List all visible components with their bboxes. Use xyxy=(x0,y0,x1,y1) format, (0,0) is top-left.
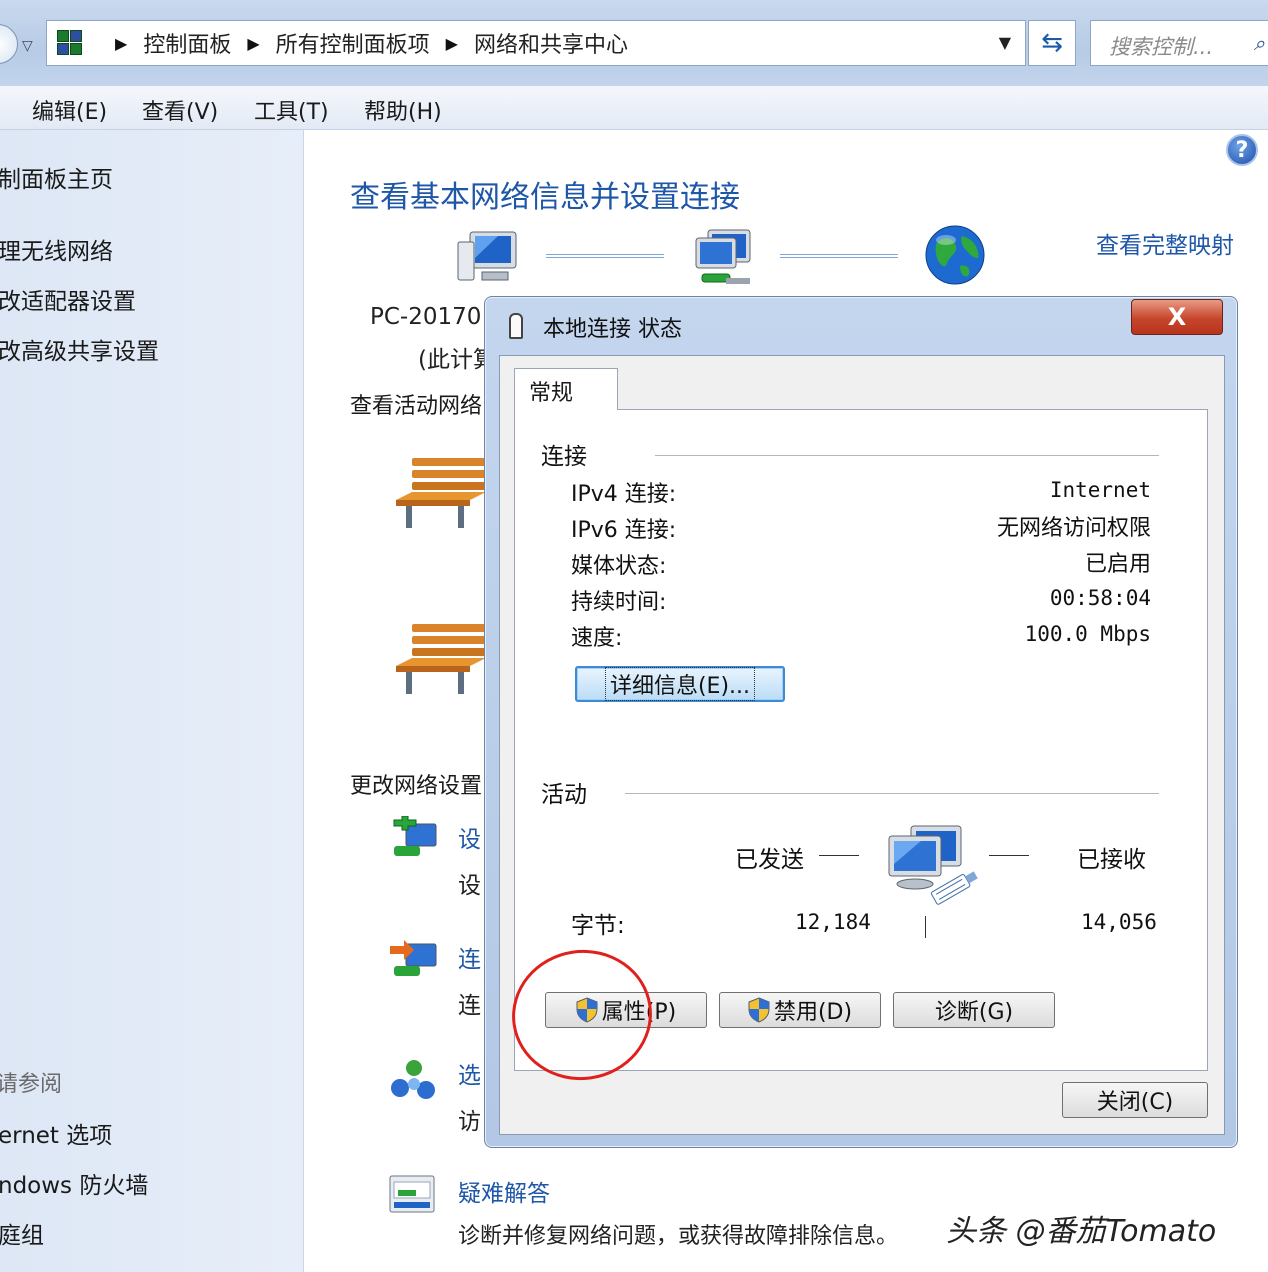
connection-line xyxy=(780,254,898,258)
speed-value: 100.0 Mbps xyxy=(1024,622,1151,646)
close-icon[interactable]: X xyxy=(1131,299,1223,335)
sidebar: 制面板主页 理无线网络 改适配器设置 改高级共享设置 请参阅 ernet 选项 … xyxy=(0,130,304,1272)
menu-tools[interactable]: 工具(T) xyxy=(254,94,329,126)
dialog-title: 本地连接 状态 xyxy=(543,317,682,342)
task-homegroup-desc: 访 xyxy=(458,1109,481,1135)
diagnose-button-label: 诊断(G) xyxy=(934,1000,1014,1025)
bytes-label: 字节: xyxy=(571,913,625,939)
details-button[interactable]: 详细信息(E)... xyxy=(575,666,785,702)
page-title: 查看基本网络信息并设置连接 xyxy=(350,180,740,215)
duration-value: 00:58:04 xyxy=(1049,586,1151,610)
breadcrumb-all-items[interactable]: 所有控制面板项 xyxy=(276,27,430,59)
full-map-link[interactable]: 查看完整映射 xyxy=(1096,226,1234,260)
connect-network-icon[interactable] xyxy=(388,936,440,986)
troubleshoot-desc: 诊断并修复网络问题，或获得故障排除信息。 xyxy=(458,1224,899,1249)
back-button[interactable] xyxy=(0,24,18,64)
menu-view[interactable]: 查看(V) xyxy=(142,94,218,126)
received-line xyxy=(989,855,1029,856)
search-input[interactable]: 搜索控制... ⌕ xyxy=(1090,20,1268,66)
bytes-received-value: 14,056 xyxy=(1081,910,1157,934)
ipv6-label: IPv6 连接: xyxy=(571,518,677,543)
menu-edit[interactable]: 编辑(E) xyxy=(32,94,107,126)
close-button-label: 关闭(C) xyxy=(1096,1090,1174,1115)
sidebar-item-adapter[interactable]: 改适配器设置 xyxy=(0,282,136,316)
connection-line xyxy=(546,254,664,258)
bytes-separator xyxy=(925,916,926,938)
task-homegroup-link[interactable]: 选 xyxy=(458,1056,481,1090)
see-also-heading: 请参阅 xyxy=(0,1072,63,1097)
sidebar-item-internet-options[interactable]: ernet 选项 xyxy=(0,1116,112,1150)
task-connect-link[interactable]: 连 xyxy=(458,940,481,974)
speed-label: 速度: xyxy=(571,626,623,651)
menu-help[interactable]: 帮助(H) xyxy=(364,94,442,126)
group-divider xyxy=(655,455,1159,456)
breadcrumb-arrow-icon[interactable]: ▶ xyxy=(247,34,259,53)
duration-label: 持续时间: xyxy=(571,590,667,615)
task-connect-desc: 连 xyxy=(458,993,481,1019)
bytes-sent-value: 12,184 xyxy=(795,910,871,934)
task-new-connection-link[interactable]: 设 xyxy=(458,820,481,854)
address-dropdown-icon[interactable]: ▼ xyxy=(999,33,1011,52)
task-new-connection-desc: 设 xyxy=(458,873,481,899)
sidebar-item-wireless[interactable]: 理无线网络 xyxy=(0,232,113,266)
watermark: 头条 @番茄Tomato xyxy=(946,1214,1217,1249)
computer-name: PC-20170 xyxy=(370,304,482,330)
computer-icon[interactable] xyxy=(456,228,520,286)
bench-icon xyxy=(396,624,486,694)
ipv6-value: 无网络访问权限 xyxy=(996,516,1151,541)
address-bar[interactable]: ▶ 控制面板 ▶ 所有控制面板项 ▶ 网络和共享中心 ▼ xyxy=(46,20,1026,66)
refresh-icon[interactable]: ⇆ xyxy=(1028,20,1076,66)
search-icon[interactable]: ⌕ xyxy=(1254,31,1265,55)
help-icon[interactable]: ? xyxy=(1226,134,1258,166)
breadcrumb-network-center[interactable]: 网络和共享中心 xyxy=(474,27,628,59)
breadcrumb-arrow-icon[interactable]: ▶ xyxy=(446,34,458,53)
details-button-label: 详细信息(E)... xyxy=(604,667,756,701)
tab-general[interactable]: 常规 xyxy=(514,368,618,410)
shield-icon xyxy=(748,997,770,1023)
ipv4-value: Internet xyxy=(1049,478,1151,502)
control-panel-icon xyxy=(55,28,85,58)
received-label: 已接收 xyxy=(1077,847,1146,873)
network-activity-icon xyxy=(888,825,978,905)
sidebar-item-sharing[interactable]: 改高级共享设置 xyxy=(0,332,159,366)
sidebar-item-home[interactable]: 制面板主页 xyxy=(0,160,113,194)
sent-line xyxy=(819,855,859,856)
media-state-value: 已启用 xyxy=(1084,552,1151,577)
menu-bar: 编辑(E) 查看(V) 工具(T) 帮助(H) xyxy=(0,86,1268,130)
disable-button-label: 禁用(D) xyxy=(773,1000,853,1025)
close-button[interactable]: 关闭(C) xyxy=(1062,1082,1208,1118)
change-settings-heading: 更改网络设置 xyxy=(350,774,483,799)
group-divider xyxy=(625,793,1159,794)
troubleshoot-link[interactable]: 疑难解答 xyxy=(458,1174,550,1208)
new-connection-icon[interactable] xyxy=(388,816,440,866)
breadcrumb-arrow-icon[interactable]: ▶ xyxy=(115,34,127,53)
sent-label: 已发送 xyxy=(735,847,804,873)
sidebar-item-firewall[interactable]: ndows 防火墙 xyxy=(0,1166,148,1200)
history-dropdown-icon[interactable]: ▽ xyxy=(22,38,33,54)
search-placeholder: 搜索控制... xyxy=(1109,35,1214,59)
address-toolbar: ▽ ▶ 控制面板 ▶ 所有控制面板项 ▶ 网络和共享中心 ▼ ⇆ 搜索控制...… xyxy=(0,0,1268,86)
globe-icon[interactable] xyxy=(924,224,986,286)
media-state-label: 媒体状态: xyxy=(571,554,667,579)
troubleshoot-icon[interactable] xyxy=(388,1174,436,1216)
disable-button[interactable]: 禁用(D) xyxy=(719,992,881,1028)
diagnose-button[interactable]: 诊断(G) xyxy=(893,992,1055,1028)
network-adapter-icon xyxy=(509,313,523,339)
breadcrumb-control-panel[interactable]: 控制面板 xyxy=(143,27,231,59)
active-networks-heading: 查看活动网络 xyxy=(350,394,483,419)
homegroup-icon[interactable] xyxy=(388,1058,440,1104)
ipv4-label: IPv4 连接: xyxy=(571,482,677,507)
bench-icon xyxy=(396,458,486,528)
connection-group-label: 连接 xyxy=(541,437,587,471)
network-icon[interactable] xyxy=(690,228,756,288)
sidebar-item-homegroup[interactable]: 庭组 xyxy=(0,1216,44,1250)
activity-group-label: 活动 xyxy=(541,775,587,809)
